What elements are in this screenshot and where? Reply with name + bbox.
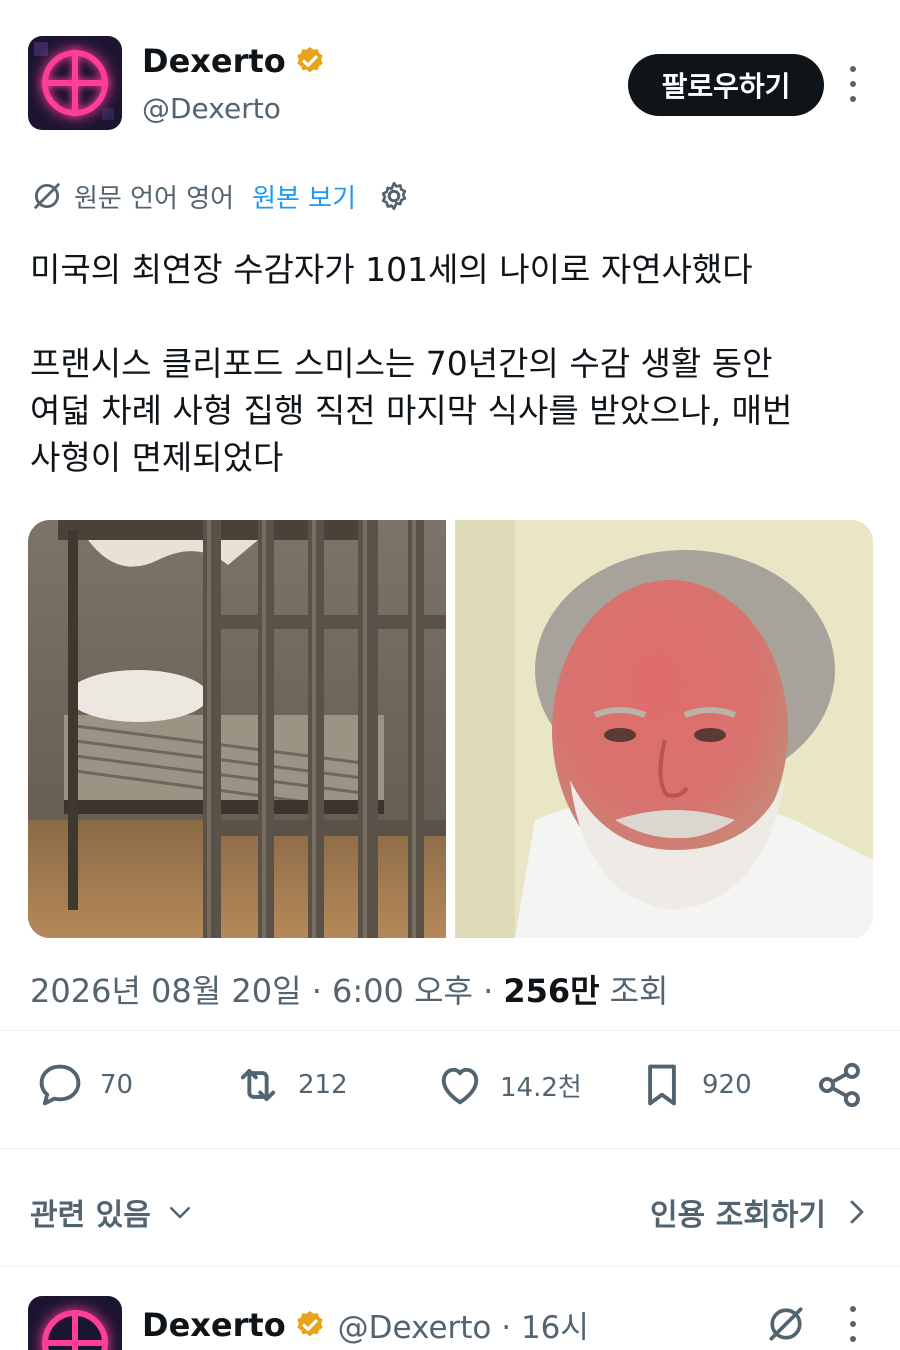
author-avatar[interactable] bbox=[28, 36, 122, 130]
dot bbox=[850, 1321, 856, 1327]
tweet-image-inmate-portrait[interactable] bbox=[455, 520, 873, 938]
translation-note: 원문 언어 영어 bbox=[74, 183, 235, 214]
dot bbox=[850, 1336, 856, 1342]
tweet-text: 미국의 최연장 수감자가 101세의 나이로 자연사했다 프랜시스 클리포드 스… bbox=[30, 250, 793, 477]
repost-button[interactable]: 212 bbox=[232, 1050, 348, 1120]
prison-cell-illustration bbox=[28, 520, 446, 938]
view-count: 256만 bbox=[503, 972, 600, 1010]
view-quotes-link[interactable]: 인용 조회하기 bbox=[650, 1190, 870, 1234]
divider bbox=[0, 1266, 900, 1267]
reply-author-row[interactable]: Dexerto @Dexerto · 16시 bbox=[142, 1302, 589, 1347]
translate-icon bbox=[34, 183, 60, 209]
heart-icon bbox=[441, 1067, 479, 1105]
author-name[interactable]: Dexerto bbox=[142, 42, 286, 80]
portrait-illustration bbox=[455, 520, 873, 938]
reply-author-avatar[interactable] bbox=[28, 1296, 122, 1350]
tweet-image-prison-cell[interactable] bbox=[28, 520, 446, 938]
like-button[interactable]: 14.2천 bbox=[434, 1050, 582, 1120]
avatar-pixel bbox=[102, 108, 114, 120]
divider bbox=[0, 1030, 900, 1031]
avatar-pixel bbox=[34, 42, 48, 56]
reply-count: 70 bbox=[100, 1070, 134, 1100]
dot bbox=[850, 66, 856, 72]
chevron-down-icon bbox=[169, 1207, 190, 1219]
reply-button[interactable]: 70 bbox=[34, 1050, 133, 1120]
view-label: 조회 bbox=[609, 972, 669, 1010]
divider bbox=[0, 1148, 900, 1149]
repost-icon bbox=[240, 1068, 276, 1102]
verified-badge-icon bbox=[297, 1310, 323, 1336]
avatar-logo-bar bbox=[42, 1340, 108, 1346]
action-bar: 70 212 14.2천 920 bbox=[0, 1050, 900, 1120]
tweet-date[interactable]: 2026년 08월 20일 · 6:00 오후 · bbox=[30, 966, 493, 1012]
reply-author-handle-time[interactable]: @Dexerto · 16시 bbox=[338, 1302, 589, 1347]
reply-icon bbox=[39, 1064, 81, 1106]
share-button[interactable] bbox=[814, 1050, 866, 1120]
bookmark-icon bbox=[648, 1064, 676, 1106]
author-handle[interactable]: @Dexerto bbox=[142, 92, 281, 125]
bookmark-count: 920 bbox=[702, 1070, 752, 1100]
bookmark-button[interactable]: 920 bbox=[636, 1050, 752, 1120]
more-options-icon[interactable] bbox=[846, 66, 860, 102]
chevron-right-icon bbox=[850, 1200, 864, 1224]
show-original-link[interactable]: 원본 보기 bbox=[252, 178, 356, 215]
view-quotes-label: 인용 조회하기 bbox=[649, 1198, 826, 1233]
follow-button[interactable]: 팔로우하기 bbox=[628, 54, 824, 116]
like-count: 14.2천 bbox=[500, 1072, 582, 1103]
verified-badge-icon bbox=[297, 47, 323, 73]
gear-icon[interactable] bbox=[376, 178, 412, 214]
tweet-meta: 2026년 08월 20일 · 6:00 오후 · 256만 조회 bbox=[30, 966, 668, 1012]
more-options-icon[interactable] bbox=[846, 1306, 860, 1342]
dot bbox=[850, 1306, 856, 1312]
author-name-row[interactable]: Dexerto bbox=[142, 42, 326, 80]
dot bbox=[850, 96, 856, 102]
related-label: 관련 있음 bbox=[30, 1198, 151, 1233]
dot bbox=[850, 81, 856, 87]
related-dropdown[interactable]: 관련 있음 bbox=[30, 1190, 195, 1234]
translation-row: 원문 언어 영어 원본 보기 bbox=[30, 176, 412, 216]
share-icon bbox=[818, 1062, 860, 1108]
avatar-logo-bar bbox=[42, 80, 108, 86]
reply-author-name[interactable]: Dexerto bbox=[142, 1306, 286, 1344]
translate-icon[interactable] bbox=[764, 1302, 808, 1346]
repost-count: 212 bbox=[298, 1070, 348, 1100]
